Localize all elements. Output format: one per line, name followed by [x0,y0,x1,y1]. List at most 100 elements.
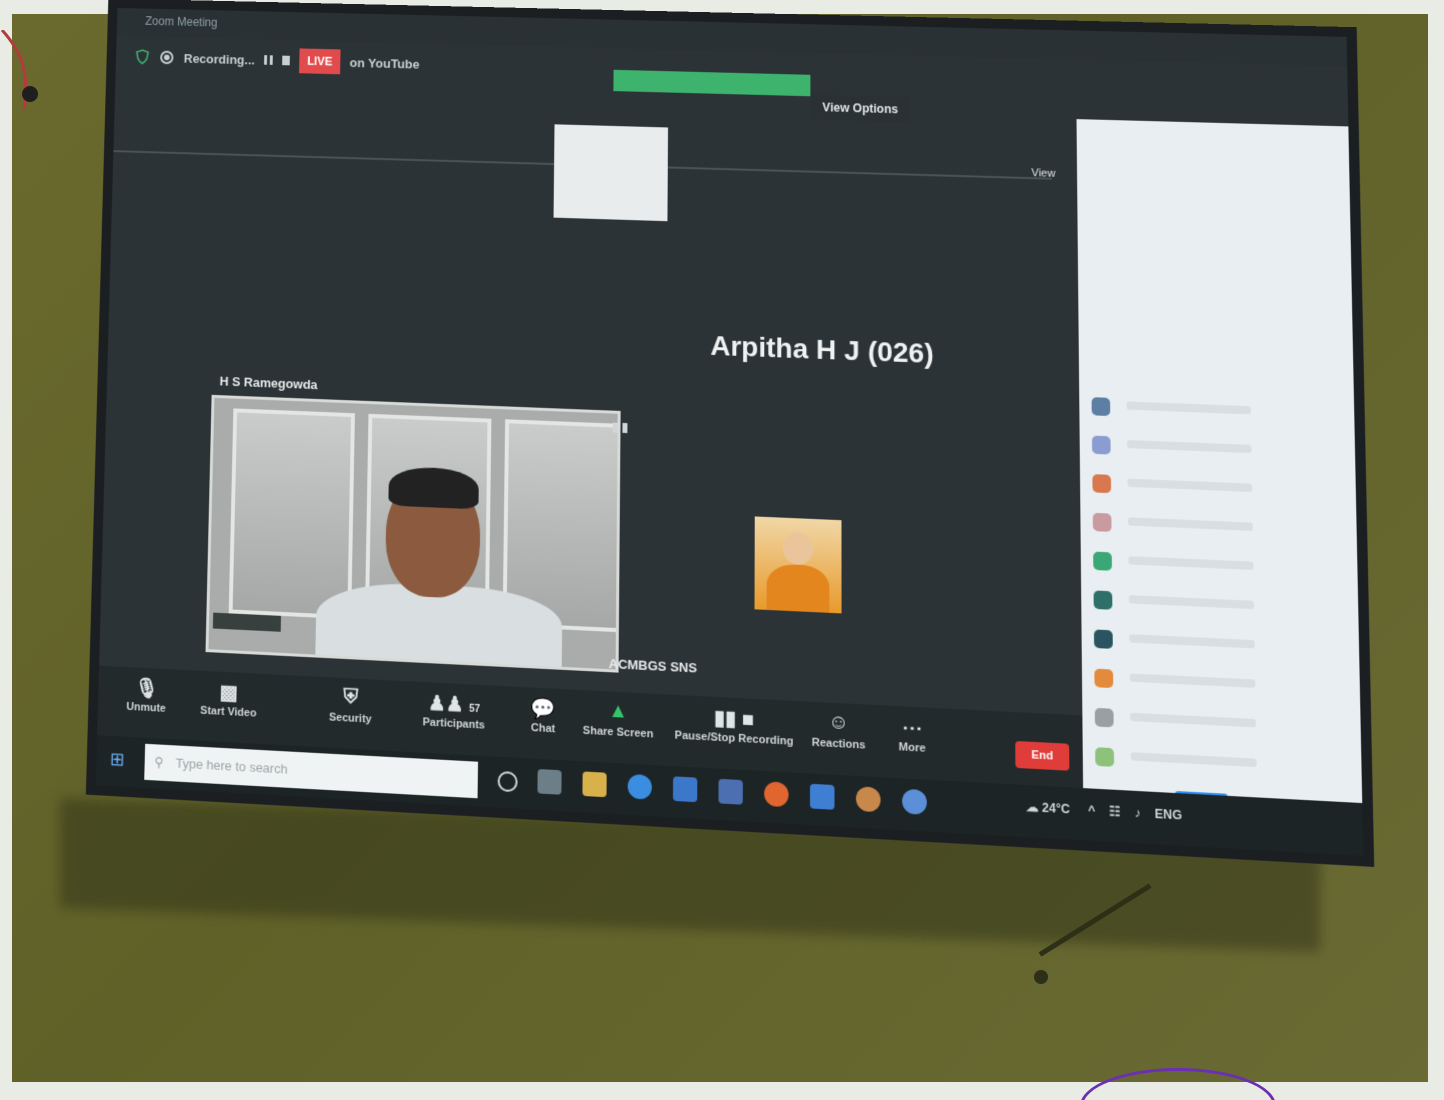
system-tray: ☁ 24°C ^ ☷ ♪ ENG [1026,800,1182,823]
unmute-label: Unmute [126,700,167,715]
firefox-icon[interactable] [764,781,789,808]
ellipsis-icon: ⋯ [901,716,923,741]
participant-row[interactable] [1092,474,1342,507]
shared-thumbnail [553,124,669,222]
zoom-app-icon[interactable] [809,783,835,810]
pause-recording-icon[interactable] [264,55,273,65]
pause-stop-recording-button[interactable]: ▮▮ ■ Pause/Stop Recording [673,703,795,748]
stop-recording-icon[interactable] [282,55,291,66]
thread-decoration [0,30,38,110]
tv-stand-base [1034,970,1048,984]
chat-label: Chat [530,721,556,736]
window-title: Zoom Meeting [145,14,218,30]
avatar-robe [766,563,830,613]
recording-dot-icon [159,50,174,66]
participants-panel: Mute All [1076,119,1364,846]
participant-row[interactable] [1093,590,1345,624]
participant-row[interactable] [1092,512,1344,546]
participant-avatar-tile[interactable] [754,516,842,614]
windows-start-icon[interactable]: ⊞ [110,749,128,770]
active-speaker-name: Arpitha H J (026) [710,330,934,370]
language-indicator[interactable]: ENG [1155,807,1183,823]
participant-avatar [1095,747,1115,767]
smile-icon: ☺ [828,710,849,735]
chrome-icon[interactable] [902,788,927,815]
start-video-button[interactable]: ▩ Start Video [189,678,268,720]
folder-icon[interactable] [582,771,607,798]
tv-display: Zoom Meeting Recording... LIVE on YouTub… [46,0,1386,910]
participant-name [1130,712,1257,728]
chat-icon: 💬 [530,697,556,722]
mic-muted-icon: 🎙 [134,677,160,701]
share-screen-button[interactable]: ▲ Share Screen [578,698,658,741]
share-screen-label: Share Screen [582,724,654,741]
end-meeting-button[interactable]: End [1015,740,1070,771]
participant-video-tile[interactable] [205,394,621,673]
reactions-label: Reactions [811,736,866,752]
reactions-button[interactable]: ☺ Reactions [808,710,869,752]
participant-avatar [1091,435,1111,455]
background-window [228,408,355,620]
start-video-label: Start Video [200,704,257,720]
talking-banner [613,69,811,97]
more-label: More [898,741,926,755]
weather-icon: ☁ [1026,799,1039,815]
participant-name [1129,673,1256,688]
weather-temp: 24°C [1041,800,1070,817]
view-options-button[interactable]: View Options [810,94,911,123]
participant-name [1129,634,1255,649]
live-destination[interactable]: on YouTube [350,55,420,71]
participant-avatar [1091,397,1111,417]
browser-icon[interactable] [627,773,652,800]
participant-row[interactable] [1094,707,1347,744]
participant-row[interactable] [1091,435,1342,468]
participant-name [1128,595,1255,610]
tray-chevron-icon[interactable]: ^ [1088,803,1095,818]
participant-avatar [1094,668,1114,689]
app-icon[interactable] [537,769,562,795]
more-button[interactable]: ⋯ More [887,714,938,756]
shield-icon: ⛨ [343,686,359,709]
app-icon[interactable] [718,778,743,805]
participant-row[interactable] [1091,397,1341,429]
video-off-icon: ▩ [219,681,239,705]
paper-border-right [1428,0,1444,1100]
participant-row[interactable] [1093,551,1344,586]
recording-status-row: Recording... LIVE on YouTube [134,42,420,78]
word-icon[interactable] [672,776,698,803]
participant-avatar [1092,474,1112,494]
ink-stamp [1080,1068,1276,1100]
network-icon[interactable]: ☷ [1109,804,1120,819]
participants-count: 57 [468,703,481,716]
security-button[interactable]: ⛨ Security [321,685,381,726]
participant-avatar [1094,707,1114,728]
mic-muted-indicator [212,612,282,632]
participant-name [1128,556,1254,570]
participants-button[interactable]: ♟♟ 57 Participants [409,689,499,732]
participant-avatar [1093,629,1113,649]
app-icon[interactable] [855,786,881,813]
participant-row[interactable] [1095,747,1348,783]
zoom-window: Zoom Meeting Recording... LIVE on YouTub… [85,0,1375,867]
participant-row[interactable] [1093,629,1346,664]
participants-label: Participants [422,716,486,732]
live-badge[interactable]: LIVE [299,48,341,75]
participant-avatar [1093,590,1113,610]
shield-green-icon [135,49,150,65]
participant-name [1127,478,1253,492]
task-view-icon[interactable] [497,770,518,793]
volume-icon[interactable]: ♪ [1134,805,1140,820]
video-participant-name: H S Ramegowda [219,373,318,393]
participant-avatar [1092,512,1112,532]
participant-avatar [1093,551,1112,571]
chat-button[interactable]: 💬 Chat [518,695,568,736]
search-placeholder: Type here to search [175,755,288,777]
share-screen-icon: ▲ [608,699,629,723]
view-button[interactable]: View [1031,167,1055,180]
recording-label: Recording... [183,50,255,67]
paper-border-left [0,0,12,1100]
participant-name [1126,401,1251,415]
participant-row[interactable] [1094,668,1346,704]
unmute-button[interactable]: 🎙 Unmute [117,674,176,715]
participant-name [1127,517,1253,531]
